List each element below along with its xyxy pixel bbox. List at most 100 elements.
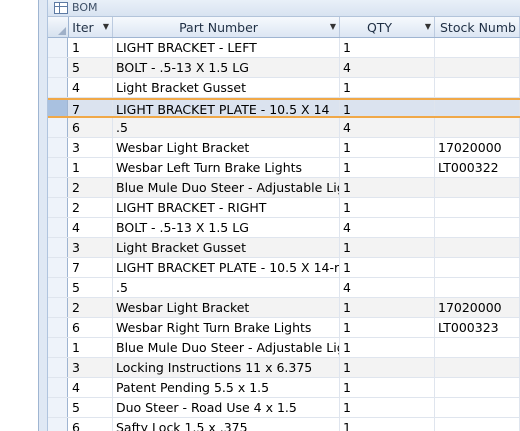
record-selector[interactable] [48,138,68,157]
cell-iter[interactable]: 2 [68,298,113,317]
cell-stock-number[interactable] [434,338,520,357]
table-row[interactable]: 6 Wesbar Right Turn Brake Lights 1 LT000323 [48,318,520,338]
select-all-button[interactable] [48,17,69,37]
cell-stock-number[interactable] [434,258,520,277]
cell-part-number[interactable]: Patent Pending 5.5 x 1.5 [112,378,340,397]
record-selector[interactable] [48,198,68,217]
table-row[interactable]: 1 Blue Mule Duo Steer - Adjustable Lig 1 [48,338,520,358]
cell-qty[interactable]: 4 [339,218,435,237]
table-row[interactable]: 4 Patent Pending 5.5 x 1.5 1 [48,378,520,398]
cell-stock-number[interactable]: 17020000 [434,138,520,157]
table-row[interactable]: 1 LIGHT BRACKET - LEFT 1 [48,38,520,58]
cell-part-number[interactable]: Light Bracket Gusset [112,238,340,257]
table-row[interactable]: 7 LIGHT BRACKET PLATE - 10.5 X 14 1 [48,98,520,118]
cell-iter[interactable]: 1 [68,38,113,57]
cell-qty[interactable]: 1 [339,138,435,157]
record-selector[interactable] [48,118,68,137]
cell-part-number[interactable]: Blue Mule Duo Steer - Adjustable Lig [112,338,340,357]
cell-qty[interactable]: 1 [339,318,435,337]
record-selector[interactable] [48,338,68,357]
navigation-pane-edge[interactable] [39,0,48,431]
cell-part-number[interactable]: LIGHT BRACKET PLATE - 10.5 X 14 [112,100,340,116]
cell-iter[interactable]: 5 [68,398,113,417]
cell-qty[interactable]: 4 [339,58,435,77]
record-selector[interactable] [48,238,68,257]
record-selector[interactable] [48,100,68,116]
cell-stock-number[interactable] [434,358,520,377]
cell-qty[interactable]: 4 [339,278,435,297]
cell-part-number[interactable]: .5 [112,118,340,137]
cell-stock-number[interactable] [434,278,520,297]
record-selector[interactable] [48,178,68,197]
cell-part-number[interactable]: Wesbar Light Bracket [112,298,340,317]
record-selector[interactable] [48,158,68,177]
column-header-stock-number[interactable]: Stock Numb [434,17,520,37]
record-selector[interactable] [48,278,68,297]
cell-stock-number[interactable] [434,38,520,57]
cell-part-number[interactable]: BOLT - .5-13 X 1.5 LG [112,218,340,237]
cell-iter[interactable]: 3 [68,238,113,257]
cell-part-number[interactable]: Wesbar Light Bracket [112,138,340,157]
dropdown-arrow-icon[interactable]: ▼ [425,22,431,31]
cell-stock-number[interactable] [434,238,520,257]
cell-part-number[interactable]: Wesbar Right Turn Brake Lights [112,318,340,337]
cell-qty[interactable]: 1 [339,238,435,257]
cell-stock-number[interactable] [434,418,520,431]
cell-iter[interactable]: 4 [68,378,113,397]
cell-stock-number[interactable]: 17020000 [434,298,520,317]
column-header-qty[interactable]: QTY ▼ [339,17,435,37]
cell-part-number[interactable]: Duo Steer - Road Use 4 x 1.5 [112,398,340,417]
record-selector[interactable] [48,398,68,417]
table-row[interactable]: 4 Light Bracket Gusset 1 [48,78,520,98]
cell-stock-number[interactable] [434,198,520,217]
dropdown-arrow-icon[interactable]: ▼ [330,22,336,31]
cell-qty[interactable]: 1 [339,198,435,217]
cell-part-number[interactable]: LIGHT BRACKET - RIGHT [112,198,340,217]
cell-stock-number[interactable]: LT000322 [434,158,520,177]
cell-qty[interactable]: 1 [339,398,435,417]
table-row[interactable]: 5 Duo Steer - Road Use 4 x 1.5 1 [48,398,520,418]
cell-part-number[interactable]: .5 [112,278,340,297]
table-row[interactable]: 6 Safty Lock 1.5 x .375 1 [48,418,520,431]
record-selector[interactable] [48,318,68,337]
cell-qty[interactable]: 1 [339,178,435,197]
table-row[interactable]: 3 Locking Instructions 11 x 6.375 1 [48,358,520,378]
cell-qty[interactable]: 4 [339,118,435,137]
cell-part-number[interactable]: Locking Instructions 11 x 6.375 [112,358,340,377]
table-row[interactable]: 3 Light Bracket Gusset 1 [48,238,520,258]
cell-iter[interactable]: 3 [68,138,113,157]
record-selector[interactable] [48,418,68,431]
cell-part-number[interactable]: Blue Mule Duo Steer - Adjustable Lig [112,178,340,197]
cell-stock-number[interactable] [434,78,520,97]
cell-stock-number[interactable]: LT000323 [434,318,520,337]
cell-part-number[interactable]: BOLT - .5-13 X 1.5 LG [112,58,340,77]
table-row[interactable]: 5 BOLT - .5-13 X 1.5 LG 4 [48,58,520,78]
dropdown-arrow-icon[interactable]: ▼ [103,22,109,31]
cell-iter[interactable]: 4 [68,218,113,237]
table-row[interactable]: 1 Wesbar Left Turn Brake Lights 1 LT000322 [48,158,520,178]
cell-qty[interactable]: 1 [339,100,435,116]
document-tab[interactable]: BOM [48,0,520,17]
record-selector[interactable] [48,298,68,317]
record-selector[interactable] [48,358,68,377]
table-row[interactable]: 6.5 4 [48,118,520,138]
cell-part-number[interactable]: Wesbar Left Turn Brake Lights [112,158,340,177]
cell-part-number[interactable]: LIGHT BRACKET PLATE - 10.5 X 14-righ [112,258,340,277]
cell-qty[interactable]: 1 [339,258,435,277]
table-row[interactable]: 2 Blue Mule Duo Steer - Adjustable Lig 1 [48,178,520,198]
table-row[interactable]: 2 Wesbar Light Bracket 1 17020000 [48,298,520,318]
cell-iter[interactable]: 7 [68,100,113,116]
cell-qty[interactable]: 1 [339,158,435,177]
record-selector[interactable] [48,38,68,57]
table-row[interactable]: 7 LIGHT BRACKET PLATE - 10.5 X 14-righ 1 [48,258,520,278]
column-header-part-number[interactable]: Part Number ▼ [112,17,340,37]
cell-qty[interactable]: 1 [339,298,435,317]
cell-stock-number[interactable] [434,178,520,197]
cell-qty[interactable]: 1 [339,358,435,377]
cell-iter[interactable]: 2 [68,178,113,197]
record-selector[interactable] [48,78,68,97]
cell-qty[interactable]: 1 [339,38,435,57]
record-selector[interactable] [48,378,68,397]
record-selector[interactable] [48,258,68,277]
column-header-iter[interactable]: Iter ▼ [68,17,113,37]
